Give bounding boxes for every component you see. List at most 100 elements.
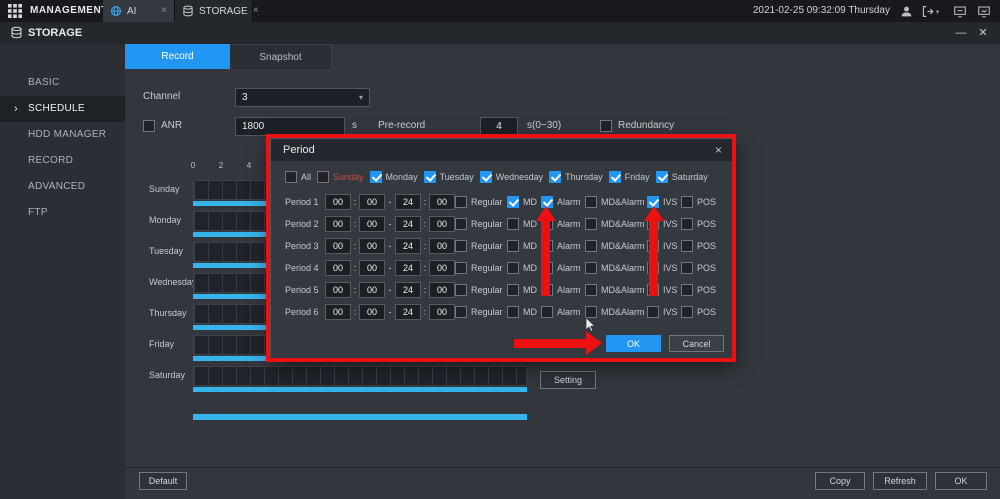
pos-checkbox[interactable]	[681, 218, 693, 230]
alarm-checkbox[interactable]	[541, 218, 553, 230]
tab-record[interactable]: Record	[125, 44, 230, 69]
md-alarm-checkbox[interactable]	[585, 262, 597, 274]
redundancy-checkbox[interactable]	[600, 120, 612, 132]
day-check-sunday[interactable]: Sunday	[317, 171, 364, 183]
end-min-input[interactable]	[429, 238, 455, 254]
end-hour-input[interactable]	[395, 260, 421, 276]
sunday-checkbox[interactable]	[317, 171, 329, 183]
pos-checkbox[interactable]	[681, 306, 693, 318]
ivs-checkbox[interactable]	[647, 284, 659, 296]
anr-input[interactable]	[235, 117, 345, 136]
apps-grid-icon[interactable]	[8, 4, 22, 18]
regular-checkbox[interactable]	[455, 218, 467, 230]
minimize-icon[interactable]: —	[952, 22, 970, 44]
md-alarm-checkbox[interactable]	[585, 196, 597, 208]
start-hour-input[interactable]	[325, 216, 351, 232]
wednesday-checkbox[interactable]	[480, 171, 492, 183]
start-min-input[interactable]	[359, 238, 385, 254]
logout-icon[interactable]: ▾	[918, 4, 942, 19]
day-check-saturday[interactable]: Saturday	[656, 171, 708, 183]
md-checkbox[interactable]	[507, 218, 519, 230]
end-min-input[interactable]	[429, 304, 455, 320]
regular-checkbox[interactable]	[455, 262, 467, 274]
user-icon[interactable]	[898, 4, 914, 19]
timeline-scrollbar[interactable]	[193, 414, 527, 420]
end-hour-input[interactable]	[395, 282, 421, 298]
display-settings-icon[interactable]	[976, 4, 992, 19]
md-checkbox[interactable]	[507, 196, 519, 208]
tuesday-checkbox[interactable]	[424, 171, 436, 183]
copy-button[interactable]: Copy	[815, 472, 865, 490]
sidebar-item-basic[interactable]: BASIC	[0, 70, 125, 96]
all-checkbox[interactable]	[285, 171, 297, 183]
ivs-checkbox[interactable]	[647, 196, 659, 208]
start-hour-input[interactable]	[325, 194, 351, 210]
regular-checkbox[interactable]	[455, 240, 467, 252]
sidebar-item-advanced[interactable]: ADVANCED	[0, 174, 125, 200]
alarm-checkbox[interactable]	[541, 240, 553, 252]
alarm-checkbox[interactable]	[541, 262, 553, 274]
md-alarm-checkbox[interactable]	[585, 306, 597, 318]
pos-checkbox[interactable]	[681, 284, 693, 296]
start-min-input[interactable]	[359, 194, 385, 210]
end-hour-input[interactable]	[395, 216, 421, 232]
day-check-thursday[interactable]: Thursday	[549, 171, 603, 183]
start-min-input[interactable]	[359, 260, 385, 276]
md-alarm-checkbox[interactable]	[585, 218, 597, 230]
ivs-checkbox[interactable]	[647, 240, 659, 252]
start-hour-input[interactable]	[325, 238, 351, 254]
day-check-all[interactable]: All	[285, 171, 311, 183]
end-min-input[interactable]	[429, 260, 455, 276]
regular-checkbox[interactable]	[455, 284, 467, 296]
default-button[interactable]: Default	[139, 472, 187, 490]
day-check-monday[interactable]: Monday	[370, 171, 418, 183]
end-min-input[interactable]	[429, 194, 455, 210]
prerecord-input[interactable]	[480, 117, 518, 136]
ivs-checkbox[interactable]	[647, 218, 659, 230]
screen-switch-icon[interactable]	[952, 4, 968, 19]
dialog-ok-button[interactable]: OK	[606, 335, 661, 352]
end-hour-input[interactable]	[395, 194, 421, 210]
day-check-friday[interactable]: Friday	[609, 171, 650, 183]
dialog-cancel-button[interactable]: Cancel	[669, 335, 724, 352]
md-checkbox[interactable]	[507, 306, 519, 318]
pos-checkbox[interactable]	[681, 240, 693, 252]
ok-button[interactable]: OK	[935, 472, 987, 490]
top-tab-ai-close-icon[interactable]: ×	[161, 6, 167, 16]
top-tab-storage-close-icon[interactable]: ×	[253, 6, 259, 16]
timeline-grid-saturday[interactable]	[193, 366, 527, 386]
alarm-checkbox[interactable]	[541, 284, 553, 296]
md-checkbox[interactable]	[507, 262, 519, 274]
end-hour-input[interactable]	[395, 238, 421, 254]
end-min-input[interactable]	[429, 282, 455, 298]
alarm-checkbox[interactable]	[541, 196, 553, 208]
dialog-close-icon[interactable]: ×	[715, 143, 722, 157]
saturday-checkbox[interactable]	[656, 171, 668, 183]
ivs-checkbox[interactable]	[647, 262, 659, 274]
tab-snapshot[interactable]: Snapshot	[230, 44, 332, 69]
start-hour-input[interactable]	[325, 304, 351, 320]
sidebar-item-ftp[interactable]: FTP	[0, 200, 125, 226]
anr-checkbox[interactable]	[143, 120, 155, 132]
channel-select[interactable]: 3 ▾	[235, 88, 370, 107]
end-hour-input[interactable]	[395, 304, 421, 320]
window-close-icon[interactable]: ✕	[974, 22, 992, 44]
sidebar-item-hdd-manager[interactable]: HDD MANAGER	[0, 122, 125, 148]
md-alarm-checkbox[interactable]	[585, 240, 597, 252]
md-alarm-checkbox[interactable]	[585, 284, 597, 296]
end-min-input[interactable]	[429, 216, 455, 232]
top-tab-storage[interactable]: STORAGE ×	[175, 0, 253, 22]
sidebar-item-schedule[interactable]: ›SCHEDULE	[0, 96, 125, 122]
pos-checkbox[interactable]	[681, 196, 693, 208]
friday-checkbox[interactable]	[609, 171, 621, 183]
regular-checkbox[interactable]	[455, 196, 467, 208]
monday-checkbox[interactable]	[370, 171, 382, 183]
md-checkbox[interactable]	[507, 240, 519, 252]
md-checkbox[interactable]	[507, 284, 519, 296]
start-hour-input[interactable]	[325, 260, 351, 276]
start-hour-input[interactable]	[325, 282, 351, 298]
pos-checkbox[interactable]	[681, 262, 693, 274]
day-check-tuesday[interactable]: Tuesday	[424, 171, 474, 183]
regular-checkbox[interactable]	[455, 306, 467, 318]
top-tab-ai[interactable]: AI ×	[103, 0, 175, 22]
